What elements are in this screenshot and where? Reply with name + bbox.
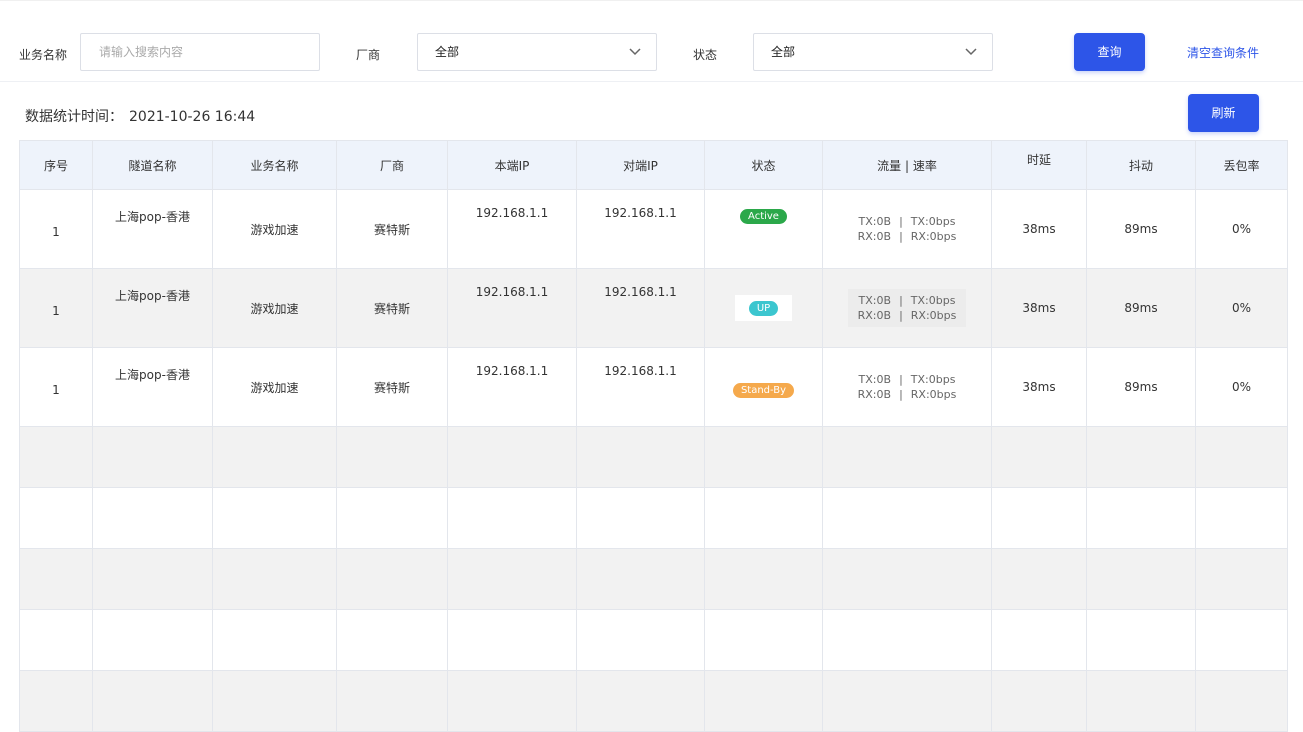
column-header: 流量 | 速率 [822, 140, 992, 190]
cell-index: 1 [19, 268, 93, 348]
status-label: 状态 [693, 48, 718, 62]
cell-traffic: TX:0B | TX:0bps RX:0B | RX:0bps [822, 268, 992, 348]
cell-jitter: 89ms [1086, 268, 1196, 348]
traffic-stats: TX:0B | TX:0bps RX:0B | RX:0bps [857, 373, 957, 401]
cell-status: Stand-By [704, 347, 823, 427]
cell-loss: 0% [1195, 268, 1288, 348]
cell-business: 游戏加速 [212, 189, 337, 269]
filter-bar: 业务名称 请输入搜索内容 厂商 全部 状态 全部 查询 清空查询条件 [0, 0, 1303, 82]
empty-row [19, 426, 1288, 488]
status-badge: UP [748, 301, 779, 316]
vendor-label: 厂商 [356, 48, 381, 62]
cell-jitter: 89ms [1086, 189, 1196, 269]
column-header: 抖动 [1086, 140, 1196, 190]
chevron-down-icon [629, 48, 641, 56]
cell-latency: 38ms [991, 268, 1087, 348]
traffic-stats: TX:0B | TX:0bps RX:0B | RX:0bps [847, 289, 967, 327]
stats-time: 数据统计时间： 2021-10-26 16:44 [25, 106, 261, 126]
table-row[interactable]: 1 上海pop-香港 游戏加速 赛特斯 192.168.1.1 192.168.… [19, 268, 1288, 348]
tx-rate: TX:0bps [910, 373, 956, 386]
column-header: 业务名称 [212, 140, 337, 190]
cell-vendor: 赛特斯 [336, 268, 448, 348]
cell-index: 1 [19, 347, 93, 427]
empty-row [19, 670, 1288, 732]
status-select[interactable]: 全部 [753, 33, 993, 71]
cell-local-ip: 192.168.1.1 [447, 347, 577, 427]
traffic-stats: TX:0B | TX:0bps RX:0B | RX:0bps [857, 215, 957, 243]
business-name-label: 业务名称 [19, 48, 68, 62]
rx-bytes: RX:0B [857, 309, 892, 322]
cell-loss: 0% [1195, 347, 1288, 427]
tx-bytes: TX:0B [858, 215, 892, 228]
column-header: 时延 [991, 140, 1087, 190]
cell-peer-ip: 192.168.1.1 [576, 189, 705, 269]
cell-peer-ip: 192.168.1.1 [576, 268, 705, 348]
cell-jitter: 89ms [1086, 347, 1196, 427]
cell-loss: 0% [1195, 189, 1288, 269]
cell-business: 游戏加速 [212, 347, 337, 427]
status-badge: Stand-By [732, 383, 795, 398]
cell-index: 1 [19, 189, 93, 269]
column-header: 对端IP [576, 140, 705, 190]
vendor-select[interactable]: 全部 [417, 33, 657, 71]
cell-tunnel: 上海pop-香港 [92, 189, 213, 269]
cell-traffic: TX:0B | TX:0bps RX:0B | RX:0bps [822, 347, 992, 427]
empty-row [19, 609, 1288, 671]
cell-status: UP [704, 268, 823, 348]
refresh-button[interactable]: 刷新 [1188, 94, 1259, 132]
cell-latency: 38ms [991, 189, 1087, 269]
tx-rate: TX:0bps [910, 215, 956, 228]
status-select-value: 全部 [771, 45, 796, 59]
cell-tunnel: 上海pop-香港 [92, 347, 213, 427]
rx-rate: RX:0bps [910, 309, 957, 322]
column-header: 厂商 [336, 140, 448, 190]
tx-bytes: TX:0B [858, 373, 892, 386]
query-button[interactable]: 查询 [1074, 33, 1145, 71]
column-header: 序号 [19, 140, 93, 190]
rx-bytes: RX:0B [857, 388, 892, 401]
stats-time-value: 2021-10-26 16:44 [129, 109, 256, 125]
cell-traffic: TX:0B | TX:0bps RX:0B | RX:0bps [822, 189, 992, 269]
cell-peer-ip: 192.168.1.1 [576, 347, 705, 427]
status-badge-box: UP [734, 295, 793, 321]
status-badge: Active [740, 209, 787, 224]
table-row[interactable]: 1 上海pop-香港 游戏加速 赛特斯 192.168.1.1 192.168.… [19, 347, 1288, 427]
table-row[interactable]: 1 上海pop-香港 游戏加速 赛特斯 192.168.1.1 192.168.… [19, 189, 1288, 269]
cell-business: 游戏加速 [212, 268, 337, 348]
cell-status: Active [704, 189, 823, 269]
cell-latency: 38ms [991, 347, 1087, 427]
rx-rate: RX:0bps [910, 230, 957, 243]
cell-local-ip: 192.168.1.1 [447, 268, 577, 348]
table-header-row: 序号 隧道名称 业务名称 厂商 本端IP 对端IP 状态 流量 | 速率 时延 … [19, 140, 1288, 190]
empty-row [19, 548, 1288, 610]
tx-rate: TX:0bps [910, 294, 956, 307]
clear-filters-link[interactable]: 清空查询条件 [1187, 44, 1259, 61]
cell-local-ip: 192.168.1.1 [447, 189, 577, 269]
rx-rate: RX:0bps [910, 388, 957, 401]
column-header: 状态 [704, 140, 823, 190]
tunnel-table: 序号 隧道名称 业务名称 厂商 本端IP 对端IP 状态 流量 | 速率 时延 … [19, 140, 1288, 732]
business-name-input[interactable]: 请输入搜索内容 [80, 33, 320, 71]
cell-vendor: 赛特斯 [336, 189, 448, 269]
chevron-down-icon [965, 48, 977, 56]
column-header: 丢包率 [1195, 140, 1288, 190]
rx-bytes: RX:0B [857, 230, 892, 243]
tx-bytes: TX:0B [858, 294, 892, 307]
cell-vendor: 赛特斯 [336, 347, 448, 427]
column-header: 本端IP [447, 140, 577, 190]
cell-tunnel: 上海pop-香港 [92, 268, 213, 348]
stats-time-label: 数据统计时间： [25, 109, 123, 125]
column-header: 隧道名称 [92, 140, 213, 190]
empty-row [19, 487, 1288, 549]
vendor-select-value: 全部 [435, 45, 460, 59]
